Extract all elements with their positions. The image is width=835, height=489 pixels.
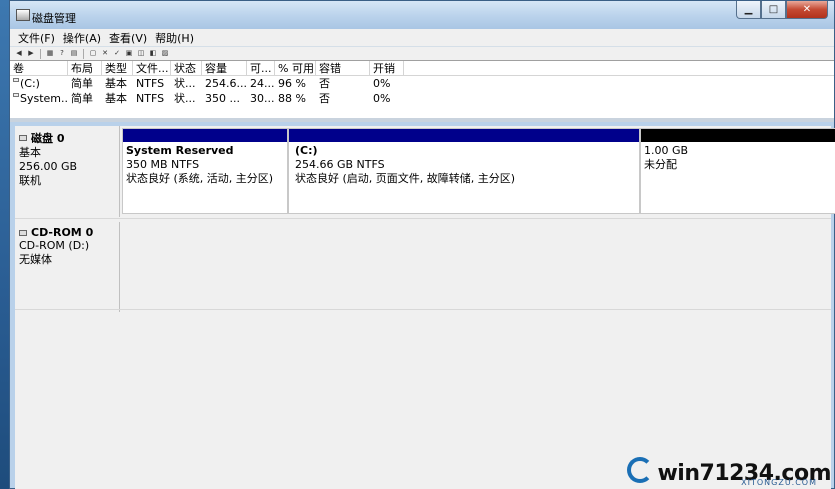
- title-bar[interactable]: 磁盘管理 ▁ □ ✕: [10, 1, 834, 29]
- partition-status: 未分配: [644, 158, 677, 171]
- forward-arrow-icon[interactable]: ▶: [26, 49, 36, 58]
- cdrom-0-label[interactable]: CD-ROM 0 CD-ROM (D:) 无媒体: [15, 222, 120, 312]
- cdrom-0-type: CD-ROM (D:): [19, 239, 90, 252]
- type-cell: 基本: [105, 77, 127, 90]
- capacity-cell: 350 ...: [205, 92, 240, 105]
- disk-graphical-view: 磁盘 0 基本 256.00 GB 联机 System Reserved 350…: [15, 126, 835, 489]
- row-divider: [15, 309, 831, 310]
- column-free[interactable]: 可...: [247, 61, 275, 75]
- partition-c[interactable]: (C:) 254.66 GB NTFS 状态良好 (启动, 页面文件, 故障转储…: [288, 128, 640, 214]
- watermark-subtext: XITONGZU.COM: [741, 478, 817, 487]
- column-percent-free[interactable]: % 可用: [275, 61, 316, 75]
- overhead-cell: 0%: [373, 77, 391, 90]
- overhead-cell: 0%: [373, 92, 391, 105]
- partition-system-reserved[interactable]: System Reserved 350 MB NTFS 状态良好 (系统, 活动…: [122, 128, 288, 214]
- partition-title: System Reserved: [126, 144, 234, 157]
- layout-cell: 简单: [71, 92, 93, 105]
- explore-icon[interactable]: ◧: [148, 49, 158, 58]
- drive-icon: [13, 78, 19, 82]
- disk-0-status: 联机: [19, 174, 41, 187]
- column-layout[interactable]: 布局: [68, 61, 102, 75]
- cd-drive-icon: [19, 229, 27, 236]
- fault-tolerance-cell: 否: [319, 92, 330, 105]
- volume-list: 卷 布局 类型 文件... 状态 容量 可... % 可用 容错 开销 (C:)…: [10, 61, 834, 122]
- maximize-button[interactable]: □: [761, 1, 786, 19]
- partition-size: 254.66 GB NTFS: [295, 158, 385, 171]
- show-hide-icon[interactable]: ▤: [69, 49, 79, 58]
- percent-free-cell: 88 %: [278, 92, 306, 105]
- row-divider: [15, 218, 831, 219]
- column-type[interactable]: 类型: [102, 61, 133, 75]
- table-row[interactable]: System... 简单 基本 NTFS 状... 350 ... 30... …: [10, 91, 834, 106]
- fault-tolerance-cell: 否: [319, 77, 330, 90]
- column-capacity[interactable]: 容量: [202, 61, 247, 75]
- status-cell: 状...: [174, 77, 196, 90]
- disk-0-size: 256.00 GB: [19, 160, 78, 173]
- menu-action[interactable]: 操作(A): [59, 30, 105, 46]
- cdrom-0-title: CD-ROM 0: [31, 226, 94, 239]
- delete-icon[interactable]: ✕: [100, 49, 110, 58]
- column-fault-tolerance[interactable]: 容错: [316, 61, 370, 75]
- app-icon: [16, 9, 30, 21]
- close-button[interactable]: ✕: [786, 1, 828, 19]
- disk-management-window: 磁盘管理 ▁ □ ✕ 文件(F) 操作(A) 查看(V) 帮助(H) ◀ ▶ ▦…: [9, 0, 835, 489]
- menu-view[interactable]: 查看(V): [105, 30, 151, 46]
- percent-free-cell: 96 %: [278, 77, 306, 90]
- partition-size: 1.00 GB: [644, 144, 689, 157]
- free-cell: 24...: [250, 77, 275, 90]
- partition-title: (C:): [295, 144, 318, 157]
- volume-cell: (C:): [10, 76, 68, 91]
- column-overhead[interactable]: 开销: [370, 61, 404, 75]
- watermark-logo-icon: [627, 457, 654, 483]
- partition-size: 350 MB NTFS: [126, 158, 200, 171]
- toolbar-separator: [83, 48, 84, 59]
- partition-color-bar: [123, 129, 287, 142]
- cdrom-0-name: CD-ROM 0: [19, 226, 115, 239]
- toolbar: ◀ ▶ ▦ ? ▤ ▢ ✕ ✓ ▣ ◫ ◧ ▨: [10, 47, 834, 61]
- open-icon[interactable]: ◫: [136, 49, 146, 58]
- window-controls: ▁ □ ✕: [736, 1, 828, 19]
- filesystem-cell: NTFS: [136, 77, 165, 90]
- drive-icon: [13, 93, 19, 97]
- table-row[interactable]: (C:) 简单 基本 NTFS 状... 254.6... 24... 96 %…: [10, 76, 834, 91]
- minimize-button[interactable]: ▁: [736, 1, 761, 19]
- cdrom-0-status: 无媒体: [19, 253, 52, 266]
- status-cell: 状...: [174, 92, 196, 105]
- free-cell: 30...: [250, 92, 275, 105]
- back-arrow-icon[interactable]: ◀: [14, 49, 24, 58]
- disk-0-title: 磁盘 0: [31, 132, 65, 145]
- list-view-icon[interactable]: ▦: [45, 49, 55, 58]
- help-icon[interactable]: ?: [57, 49, 67, 58]
- disk-0-name: 磁盘 0: [19, 130, 115, 146]
- check-icon[interactable]: ✓: [112, 49, 122, 58]
- menu-help[interactable]: 帮助(H): [151, 30, 198, 46]
- partition-unallocated[interactable]: 1.00 GB 未分配: [640, 128, 835, 214]
- menu-bar: 文件(F) 操作(A) 查看(V) 帮助(H): [10, 29, 834, 47]
- disk-0-label[interactable]: 磁盘 0 基本 256.00 GB 联机: [15, 126, 120, 217]
- watermark: win71234.com XITONGZU.COM: [627, 457, 831, 487]
- filesystem-cell: NTFS: [136, 92, 165, 105]
- volume-cell: System...: [10, 91, 68, 106]
- toolbar-separator: [40, 48, 41, 59]
- partition-color-bar: [641, 129, 835, 142]
- hard-disk-icon: [19, 135, 27, 141]
- menu-file[interactable]: 文件(F): [14, 30, 59, 46]
- disk-icon[interactable]: ▣: [124, 49, 134, 58]
- volume-list-header: 卷 布局 类型 文件... 状态 容量 可... % 可用 容错 开销: [10, 61, 834, 76]
- properties-icon[interactable]: ▢: [88, 49, 98, 58]
- column-status[interactable]: 状态: [171, 61, 202, 75]
- layout-cell: 简单: [71, 77, 93, 90]
- column-volume[interactable]: 卷: [10, 61, 68, 75]
- partition-color-bar: [289, 129, 639, 142]
- capacity-cell: 254.6...: [205, 77, 247, 90]
- column-filesystem[interactable]: 文件...: [133, 61, 171, 75]
- image-icon[interactable]: ▨: [160, 49, 170, 58]
- partition-status: 状态良好 (启动, 页面文件, 故障转储, 主分区): [295, 172, 516, 185]
- disk-0-type: 基本: [19, 146, 41, 159]
- partition-status: 状态良好 (系统, 活动, 主分区): [126, 172, 274, 185]
- window-title: 磁盘管理: [32, 12, 76, 25]
- type-cell: 基本: [105, 92, 127, 105]
